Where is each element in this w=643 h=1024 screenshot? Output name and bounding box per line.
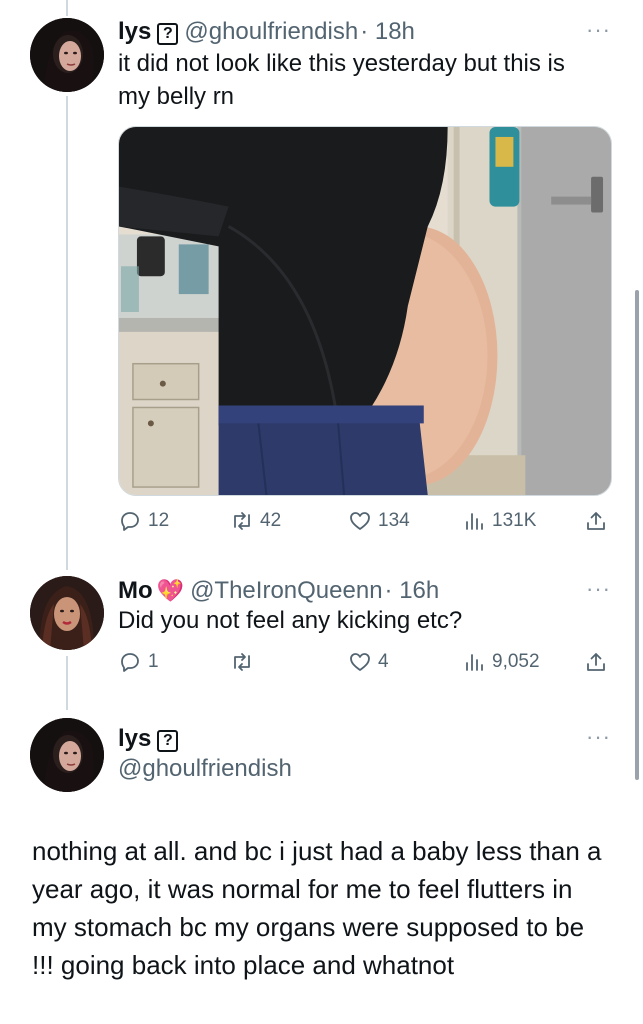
tweet2-display-name[interactable]: Mo <box>118 577 153 604</box>
retweet-icon <box>234 653 250 671</box>
views-button[interactable]: 9,052 <box>462 650 540 674</box>
sparkle-heart-icon: 💖 <box>156 578 185 603</box>
thread-line-2 <box>66 656 68 710</box>
like-icon <box>350 653 370 671</box>
tweet2-handle[interactable]: @TheIronQueenn <box>190 577 382 604</box>
tweet3-text: nothing at all. and bc i just had a baby… <box>32 836 602 980</box>
tweet3-display-name[interactable]: lys <box>118 725 151 752</box>
tweet1-text-line1: it did not look like this yesterday but … <box>118 50 565 77</box>
tweet2-time[interactable]: · 16h <box>385 577 440 604</box>
more-icon[interactable]: ··· <box>586 576 611 602</box>
tweet2-text: Did you not feel any kicking etc? <box>118 607 463 634</box>
tweet1-photo[interactable] <box>118 126 612 496</box>
tweet3-handle[interactable]: @ghoulfriendish <box>118 755 292 782</box>
tweet1-handle[interactable]: @ghoulfriendish <box>184 18 358 45</box>
retweet-button[interactable]: 42 <box>230 509 281 533</box>
like-button[interactable]: 134 <box>348 509 410 533</box>
thread-line-top <box>66 0 68 16</box>
reply-icon <box>121 653 139 672</box>
tweet1-display-name[interactable]: lys <box>118 18 151 45</box>
views-icon <box>466 513 483 530</box>
views-icon <box>466 654 483 671</box>
unknown-glyph-icon: ? <box>157 730 179 752</box>
tweet2-actions: 1 4 9,052 <box>118 650 618 680</box>
views-count: 9,052 <box>492 651 540 672</box>
share-button[interactable] <box>584 509 614 533</box>
reply-button[interactable]: 1 <box>118 650 159 674</box>
reply-button[interactable]: 12 <box>118 509 169 533</box>
share-button[interactable] <box>584 650 614 674</box>
share-icon <box>587 512 605 530</box>
retweet-button[interactable] <box>230 650 260 674</box>
retweet-count: 42 <box>260 510 282 531</box>
tweet1-actions: 12 42 134 131K <box>118 509 618 539</box>
unknown-glyph-icon: ? <box>157 23 179 45</box>
like-icon <box>350 512 370 530</box>
tweet1-time[interactable]: · 18h <box>360 18 415 45</box>
reply-icon <box>121 512 139 531</box>
more-icon[interactable]: ··· <box>586 17 611 43</box>
views-count: 131K <box>492 510 537 531</box>
tweet1-text-line2: my belly rn <box>118 83 235 110</box>
avatar-mo[interactable] <box>30 576 104 650</box>
tweet2-header: Mo 💖 @TheIronQueenn· 16h <box>118 576 439 606</box>
like-count: 4 <box>378 651 389 672</box>
tweet3-handle-row: @ghoulfriendish <box>118 754 292 784</box>
share-icon <box>587 653 605 671</box>
like-count: 134 <box>378 510 410 531</box>
thread-line-1 <box>66 96 68 570</box>
tweet1-header: lys? @ghoulfriendish· 18h <box>118 17 415 47</box>
more-icon[interactable]: ··· <box>586 724 611 750</box>
retweet-icon <box>234 512 250 530</box>
reply-count: 1 <box>148 651 159 672</box>
scrollbar[interactable] <box>635 290 639 780</box>
views-button[interactable]: 131K <box>462 509 536 533</box>
reply-count: 12 <box>148 510 170 531</box>
avatar-lys[interactable] <box>30 18 104 92</box>
tweet3-name-row: lys? <box>118 724 179 754</box>
avatar-lys-main[interactable] <box>30 718 104 792</box>
like-button[interactable]: 4 <box>348 650 389 674</box>
